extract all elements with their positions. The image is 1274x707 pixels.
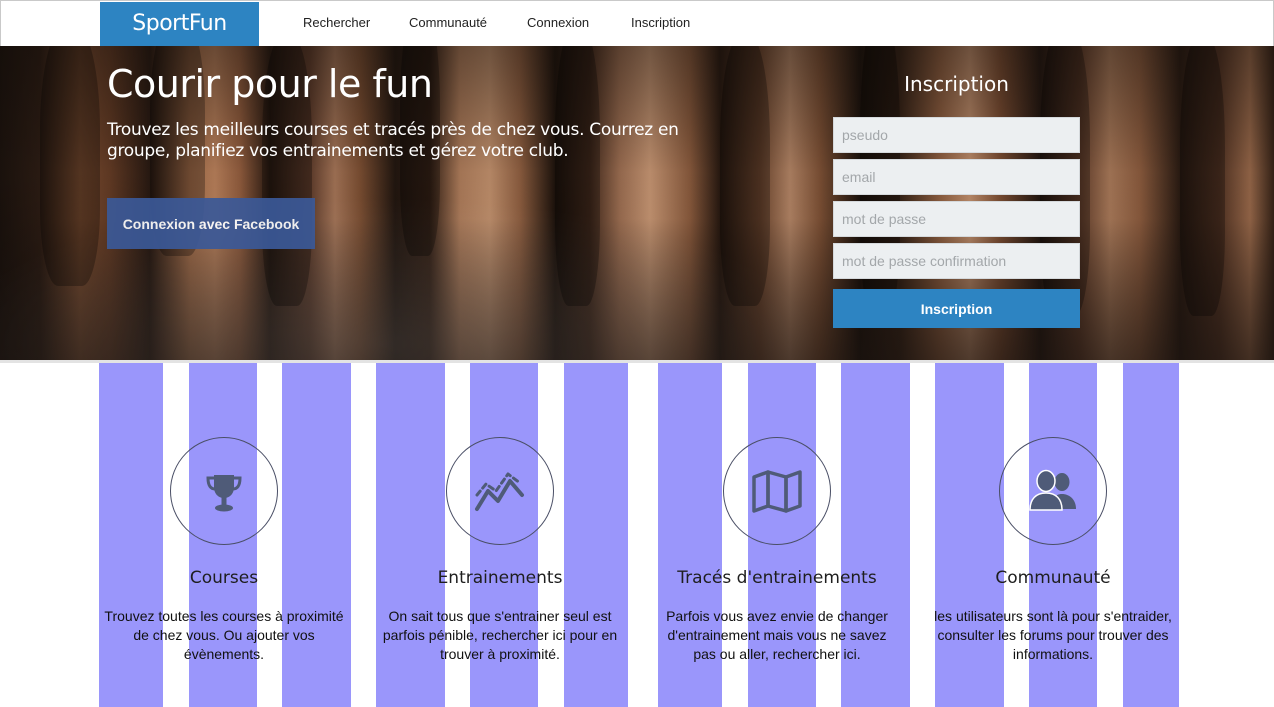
feature-communaute: Communauté les utilisateurs sont là pour…	[928, 363, 1178, 707]
signup-submit-button[interactable]: Inscription	[833, 289, 1080, 328]
pseudo-input[interactable]	[833, 117, 1080, 153]
feature-traces: Tracés d'entrainements Parfois vous avez…	[652, 363, 902, 707]
password-confirm-input[interactable]	[833, 243, 1080, 279]
features-section: Courses Trouvez toutes les courses à pro…	[0, 363, 1274, 707]
top-navbar: SportFun Rechercher Communauté Connexion…	[0, 0, 1274, 46]
facebook-login-button[interactable]: Connexion avec Facebook	[107, 198, 315, 249]
hero-banner: Courir pour le fun Trouvez les meilleurs…	[0, 46, 1274, 360]
feature-icon-circle	[170, 437, 278, 545]
feature-icon-circle	[723, 437, 831, 545]
feature-icon-circle	[446, 437, 554, 545]
feature-courses: Courses Trouvez toutes les courses à pro…	[99, 363, 349, 707]
feature-title: Communauté	[995, 568, 1111, 588]
nav-link-connexion[interactable]: Connexion	[527, 1, 589, 46]
email-input[interactable]	[833, 159, 1080, 195]
users-icon	[1029, 469, 1076, 511]
password-input[interactable]	[833, 201, 1080, 237]
nav-link-rechercher[interactable]: Rechercher	[303, 1, 370, 46]
nav-link-inscription[interactable]: Inscription	[631, 1, 690, 46]
map-icon	[752, 470, 802, 513]
feature-title: Entrainements	[437, 568, 563, 588]
feature-entrainements: Entrainements On sait tous que s'entrain…	[375, 363, 625, 707]
feature-icon-circle	[999, 437, 1107, 545]
brand-logo[interactable]: SportFun	[100, 2, 259, 46]
feature-description: les utilisateurs sont là pour s'entraide…	[934, 608, 1172, 662]
trophy-icon	[206, 475, 242, 512]
line-chart-icon	[475, 472, 524, 511]
nav-link-communaute[interactable]: Communauté	[409, 1, 487, 46]
hero-title: Courir pour le fun	[107, 62, 433, 106]
feature-title: Tracés d'entrainements	[677, 568, 877, 588]
feature-description: Parfois vous avez envie de changer d'ent…	[666, 608, 888, 662]
feature-title: Courses	[189, 568, 259, 588]
feature-description: On sait tous que s'entrainer seul est pa…	[382, 608, 618, 662]
feature-description: Trouvez toutes les courses à proximité d…	[104, 608, 344, 662]
hero-description: Trouvez les meilleurs courses et tracés …	[107, 120, 679, 161]
signup-form-title: Inscription	[904, 72, 1009, 96]
